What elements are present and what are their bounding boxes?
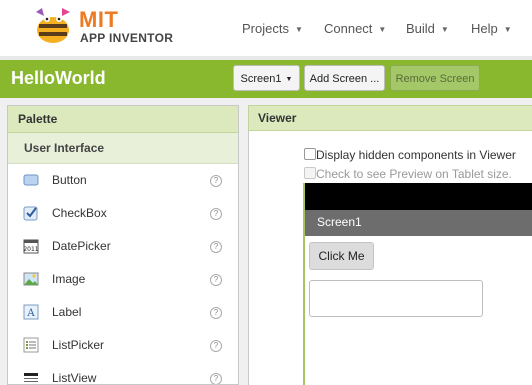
palette-panel: Palette User Interface Button ? CheckBox… — [7, 105, 239, 385]
svg-text:A: A — [26, 308, 35, 319]
screen-select-label: Screen1 — [240, 73, 282, 85]
brand-name: MIT — [79, 7, 119, 32]
palette-item-image[interactable]: Image ? — [8, 263, 238, 296]
menu-help-label: Help — [471, 21, 498, 36]
palette-scrollbar[interactable] — [238, 163, 239, 385]
help-icon[interactable]: ? — [210, 241, 222, 253]
listpicker-icon — [23, 337, 39, 353]
screen-select-button[interactable]: Screen1 ▼ — [233, 65, 300, 91]
help-icon[interactable]: ? — [210, 175, 222, 187]
palette-item-label: ListPicker — [52, 338, 105, 352]
palette-header: Palette — [8, 106, 238, 133]
remove-screen-button[interactable]: Remove Screen — [390, 65, 480, 91]
add-screen-button[interactable]: Add Screen ... — [304, 65, 385, 91]
phone-title-bar: Screen1 — [305, 210, 532, 236]
screen-title: Screen1 — [317, 215, 362, 229]
tablet-preview-label: Check to see Preview on Tablet size. — [316, 167, 512, 181]
menu-build[interactable]: Build ▼ — [406, 21, 449, 36]
svg-text:2011: 2011 — [23, 246, 38, 253]
palette-category-label: User Interface — [24, 141, 105, 155]
phone-preview: Screen1 Click Me — [303, 183, 532, 385]
chevron-down-icon: ▼ — [285, 76, 293, 83]
click-me-button[interactable]: Click Me — [309, 242, 374, 270]
chevron-down-icon: ▼ — [378, 25, 387, 34]
palette-item-label[interactable]: A Label ? — [8, 296, 238, 329]
palette-item-label: Button — [52, 173, 87, 187]
menu-connect[interactable]: Connect ▼ — [324, 21, 386, 36]
menu-help[interactable]: Help ▼ — [471, 21, 512, 36]
chevron-down-icon: ▼ — [294, 25, 303, 34]
palette-item-label: Image — [52, 272, 86, 286]
phone-status-bar — [305, 183, 532, 210]
help-icon[interactable]: ? — [210, 373, 222, 384]
button-icon — [23, 174, 39, 186]
palette-item-checkbox[interactable]: CheckBox ? — [8, 197, 238, 230]
palette-item-listview[interactable]: ListView ? — [8, 362, 238, 385]
text-box[interactable] — [309, 280, 483, 317]
menu-build-label: Build — [406, 21, 435, 36]
viewer-title: Viewer — [258, 111, 297, 125]
palette-list: Button ? CheckBox ? 2011 DatePicker ? Im… — [8, 164, 238, 385]
palette-item-label: DatePicker — [52, 239, 111, 253]
image-icon — [23, 272, 39, 286]
label-icon: A — [23, 304, 39, 320]
menu-connect-label: Connect — [324, 21, 373, 36]
palette-title: Palette — [18, 112, 58, 126]
help-icon[interactable]: ? — [210, 208, 222, 220]
help-icon[interactable]: ? — [210, 340, 222, 352]
palette-item-button[interactable]: Button ? — [8, 164, 238, 197]
palette-item-label: CheckBox — [52, 206, 107, 220]
top-header: MIT APP INVENTOR Projects ▼ Connect ▼ Buil… — [0, 0, 532, 56]
display-hidden-label: Display hidden components in Viewer — [316, 148, 516, 162]
chevron-down-icon: ▼ — [440, 25, 449, 34]
app-inventor-logo-icon[interactable] — [30, 6, 76, 46]
palette-item-label: ListView — [52, 371, 97, 385]
menu-projects[interactable]: Projects ▼ — [242, 21, 303, 36]
tablet-preview-checkbox[interactable] — [304, 167, 316, 179]
help-icon[interactable]: ? — [210, 274, 222, 286]
datepicker-icon: 2011 — [23, 239, 39, 254]
menu-projects-label: Projects — [242, 21, 289, 36]
help-icon[interactable]: ? — [210, 307, 222, 319]
project-title: HelloWorld — [11, 68, 106, 88]
checkbox-icon — [23, 206, 38, 221]
brand-subtitle: APP INVENTOR — [80, 31, 174, 45]
chevron-down-icon: ▼ — [503, 25, 512, 34]
palette-category-user-interface[interactable]: User Interface — [8, 133, 238, 164]
listview-icon — [24, 373, 38, 382]
viewer-header: Viewer — [248, 105, 532, 131]
palette-item-listpicker[interactable]: ListPicker ? — [8, 329, 238, 362]
palette-item-datepicker[interactable]: 2011 DatePicker ? — [8, 230, 238, 263]
palette-item-label: Label — [52, 305, 82, 319]
display-hidden-checkbox[interactable] — [304, 148, 316, 160]
